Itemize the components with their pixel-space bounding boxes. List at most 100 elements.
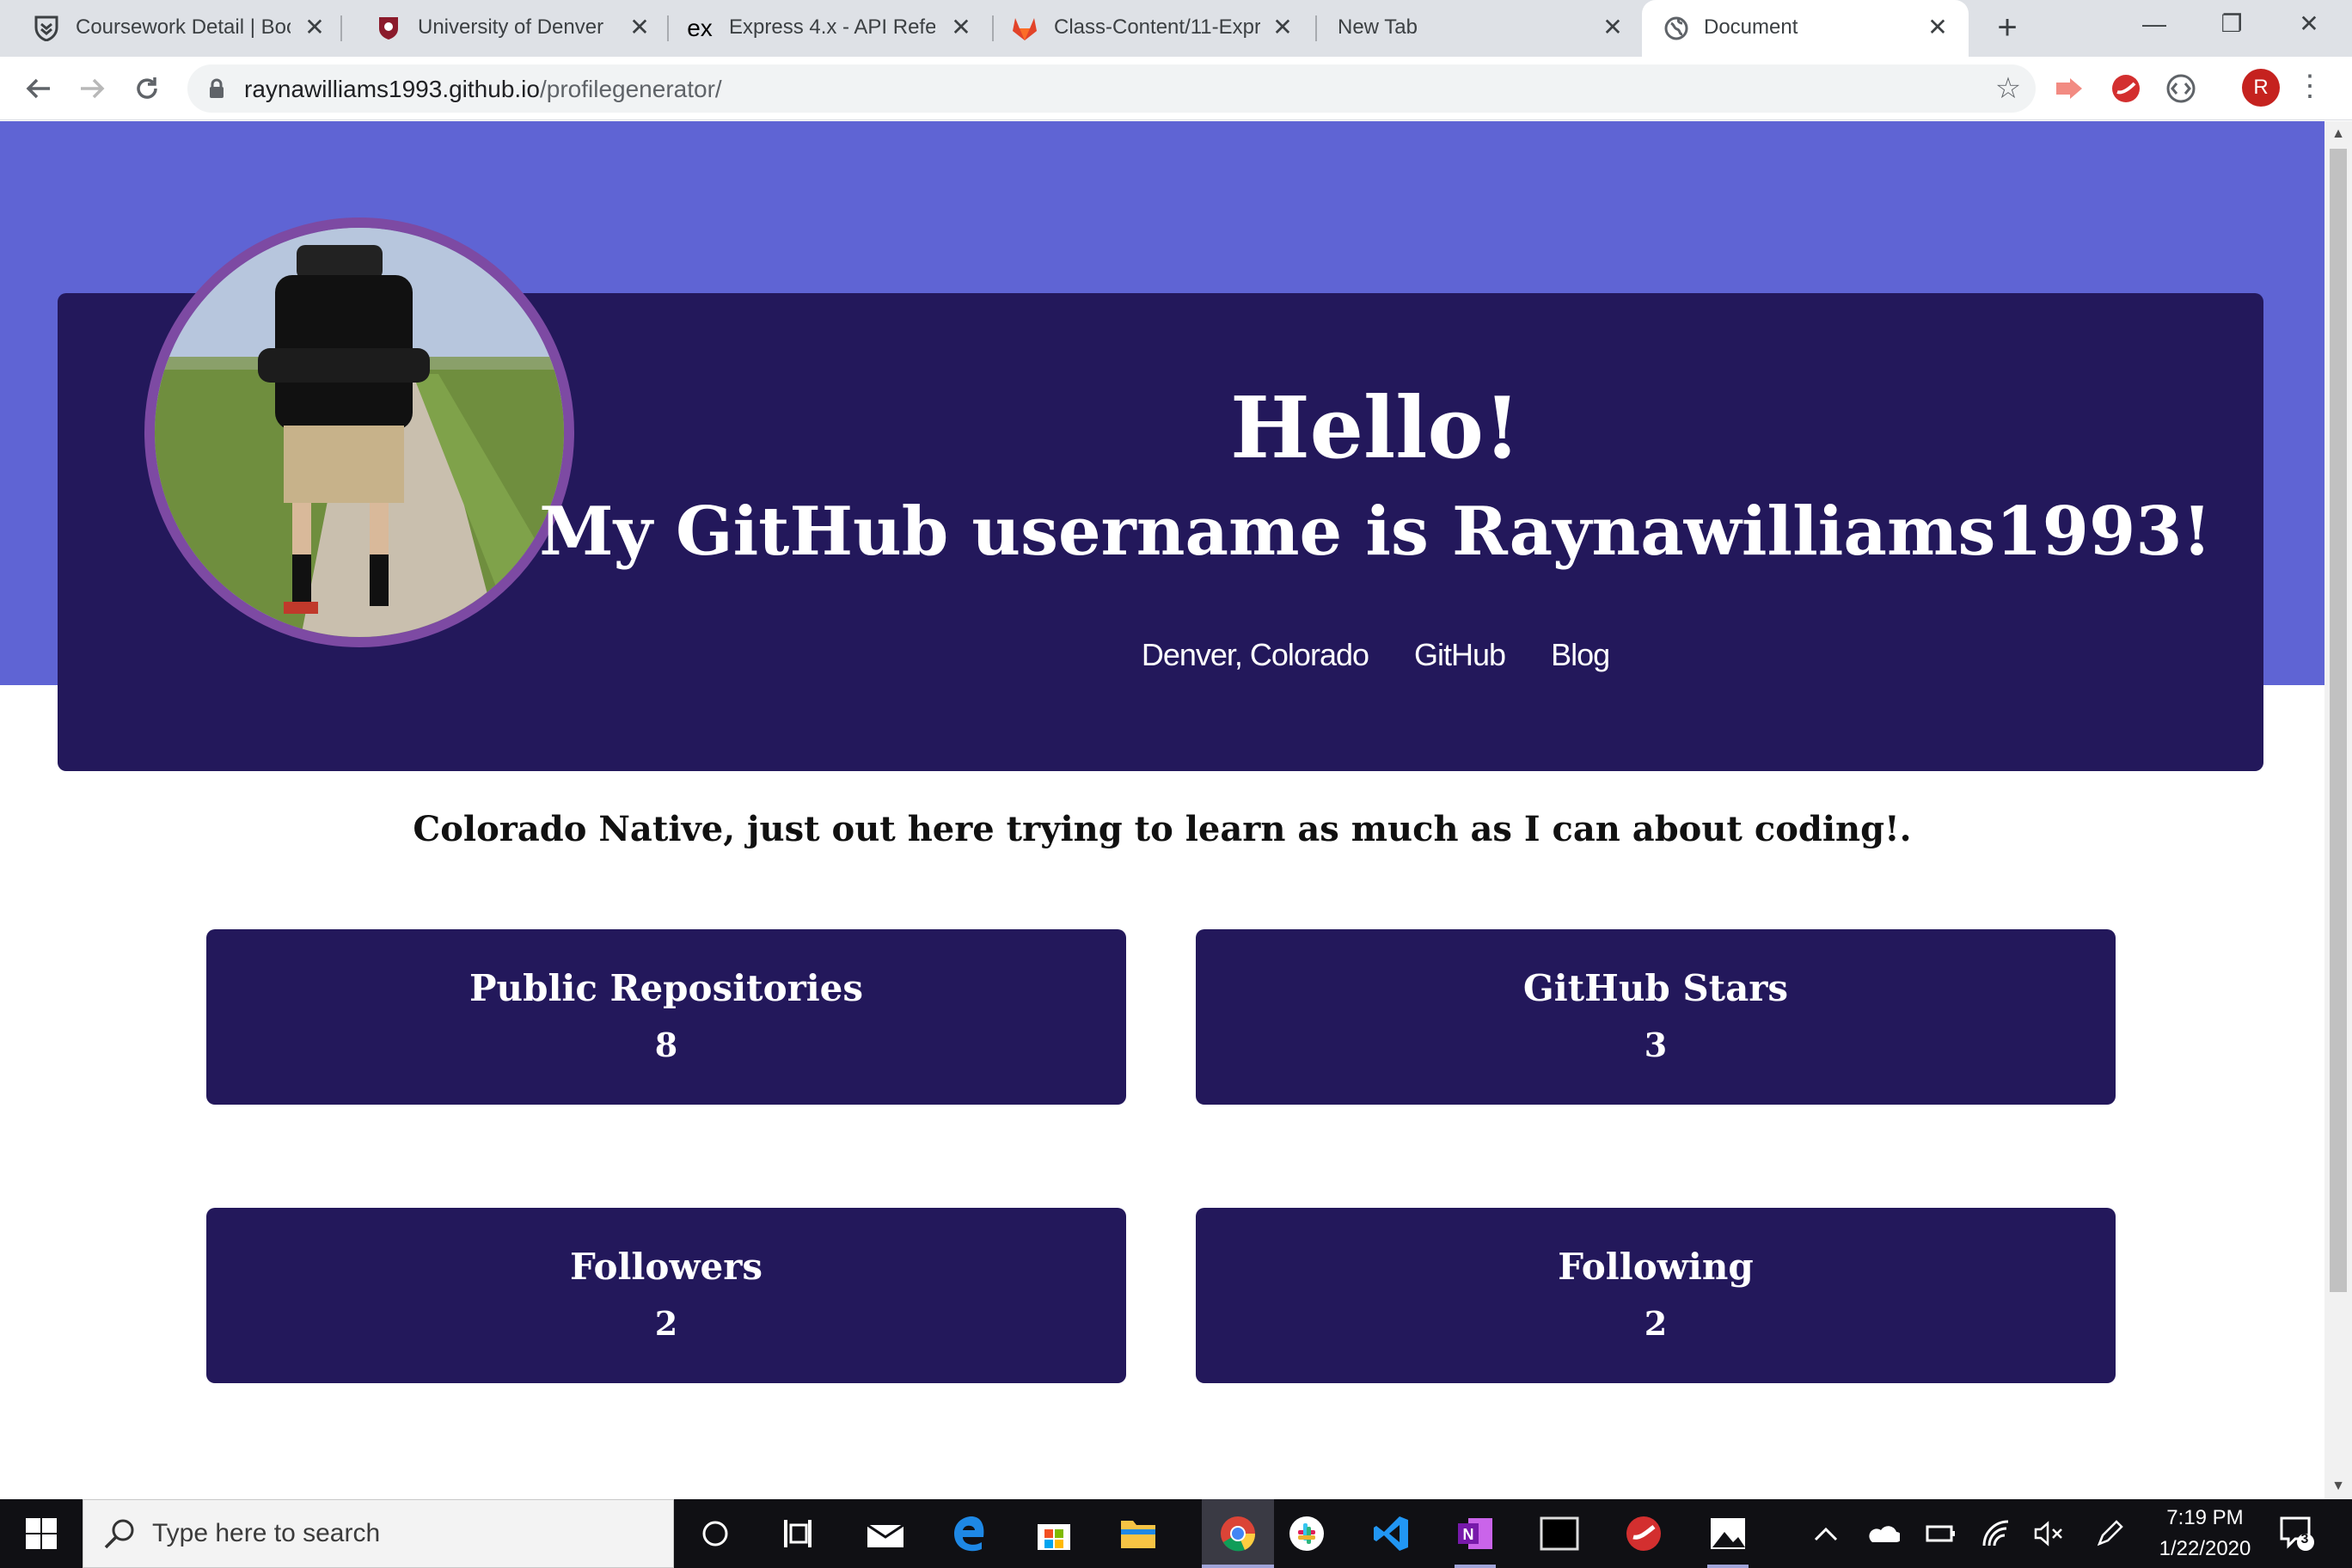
new-tab-button[interactable]: + [1988,9,2027,48]
photos-icon[interactable] [1707,1513,1749,1554]
running-app-indicator [1707,1565,1749,1568]
file-explorer-icon[interactable] [1118,1513,1159,1554]
tab-title: Class-Content/11-Expre [1054,15,1260,39]
action-center-icon[interactable]: 3 [2276,1513,2318,1554]
forward-button[interactable] [70,67,113,110]
close-tab-icon[interactable]: ✕ [1597,12,1628,43]
scroll-up-icon[interactable]: ▲ [2324,121,2352,147]
du-crest-icon [375,15,402,42]
profile-links: Denver, Colorado GitHub Blog [516,637,2235,673]
stat-value: 2 [1644,1304,1668,1343]
tab-title: Express 4.x - API Refere [729,15,935,39]
tab-express-api[interactable]: ex Express 4.x - API Refere ✕ [669,0,994,57]
page-title: Hello! [1230,379,1521,478]
search-icon [102,1517,137,1556]
url-path: /profilegenerator/ [539,76,722,102]
lock-icon [208,78,225,103]
pen-icon[interactable] [2089,1513,2130,1554]
github-link[interactable]: GitHub [1414,637,1506,672]
reload-button[interactable] [126,67,168,110]
page-scrollbar[interactable]: ▲ ▼ [2324,121,2352,1499]
profile-avatar[interactable]: R [2242,69,2280,107]
location-link[interactable]: Denver, Colorado [1142,637,1369,672]
chrome-icon[interactable] [1202,1499,1274,1568]
globe-icon [1663,15,1690,42]
extension-code-icon[interactable] [2163,70,2199,107]
store-icon[interactable] [1033,1513,1075,1554]
tab-strip: Coursework Detail | Boo ✕ University of … [0,0,2352,57]
stat-value: 3 [1644,1026,1668,1064]
wifi-icon[interactable] [1975,1513,2017,1554]
notification-count: 3 [2300,1532,2309,1547]
scroll-down-icon[interactable]: ▼ [2324,1473,2352,1499]
page-viewport: Hello! My GitHub username is Raynawillia… [0,121,2324,1499]
edge-browser-icon[interactable] [949,1513,990,1554]
close-tab-icon[interactable]: ✕ [624,12,655,43]
tab-university-of-denver[interactable]: University of Denver ✕ [342,0,669,57]
page-subtitle: My GitHub username is Raynawilliams1993! [539,493,2212,571]
stat-card-followers: Followers 2 [206,1208,1126,1383]
svg-text:N: N [1463,1526,1474,1543]
address-bar[interactable]: raynawilliams1993.github.io/profilegener… [187,64,2036,113]
back-button[interactable] [17,67,60,110]
stat-card-github-stars: GitHub Stars 3 [1196,929,2116,1105]
bootcamp-shield-icon [33,15,60,42]
close-tab-icon[interactable]: ✕ [1922,12,1953,43]
blog-link[interactable]: Blog [1551,637,1610,672]
windows-taskbar: Type here to search N 7:19 PM 1/22/2020 … [0,1499,2352,1568]
windows-start-icon[interactable] [24,1516,58,1551]
tab-title: University of Denver [418,15,604,39]
tab-title: Document [1704,15,1798,39]
express-ex-icon: ex [687,15,713,41]
onenote-icon[interactable]: N [1455,1513,1496,1554]
close-tab-icon[interactable]: ✕ [946,12,977,43]
close-window-button[interactable]: ✕ [2283,7,2335,41]
search-placeholder: Type here to search [152,1519,381,1547]
url-text: raynawilliams1993.github.io/profilegener… [244,76,722,103]
close-tab-icon[interactable]: ✕ [1267,12,1298,43]
onedrive-icon[interactable] [1862,1513,1903,1554]
stat-card-public-repositories: Public Repositories 8 [206,929,1126,1105]
chrome-menu-icon[interactable]: ⋮ [2295,69,2324,107]
profile-photo [144,217,574,647]
tab-new-tab[interactable]: New Tab ✕ [1317,0,1635,57]
taskbar-search-box[interactable]: Type here to search [83,1499,674,1568]
url-host: raynawilliams1993.github.io [244,76,540,102]
cortana-icon[interactable] [695,1513,736,1554]
minimize-button[interactable]: — [2128,7,2180,41]
terminal-icon[interactable] [1539,1513,1580,1554]
slack-icon[interactable] [1286,1513,1327,1554]
clock-time[interactable]: 7:19 PM [2149,1506,2261,1530]
tab-title: New Tab [1338,15,1418,39]
stat-card-following: Following 2 [1196,1208,2116,1383]
tab-coursework[interactable]: Coursework Detail | Boo ✕ [0,0,335,57]
running-app-indicator [1455,1565,1496,1568]
restore-button[interactable]: ❐ [2206,7,2257,41]
stat-label: GitHub Stars [1522,967,1789,1009]
bookmark-star-icon[interactable]: ☆ [1993,73,2024,104]
tab-title: Coursework Detail | Boo [76,15,291,39]
volume-muted-icon[interactable] [2029,1513,2070,1554]
mail-icon[interactable] [865,1513,906,1554]
clock-date[interactable]: 1/22/2020 [2149,1537,2261,1561]
tab-class-content[interactable]: Class-Content/11-Expre ✕ [994,0,1315,57]
scroll-thumb[interactable] [2330,149,2347,1292]
active-app-indicator [1202,1565,1274,1568]
gitlab-fox-icon [1011,15,1038,42]
stat-value: 2 [654,1304,678,1343]
task-view-icon[interactable] [777,1513,818,1554]
stat-value: 8 [654,1026,678,1064]
stat-label: Following [1558,1246,1754,1288]
stat-label: Public Repositories [469,967,864,1009]
bio-text: Colorado Native, just out here trying to… [413,809,1912,849]
battery-icon[interactable] [1919,1513,1960,1554]
close-tab-icon[interactable]: ✕ [299,12,330,43]
browser-toolbar: raynawilliams1993.github.io/profilegener… [0,57,2352,120]
extension-arrow-icon[interactable] [2051,70,2087,107]
vscode-icon[interactable] [1370,1513,1412,1554]
extension-lastpass-icon[interactable] [2108,70,2144,107]
antivirus-icon[interactable] [1623,1513,1664,1554]
stat-label: Followers [569,1246,763,1288]
tab-document[interactable]: Document ✕ [1642,0,1969,57]
chevron-up-icon[interactable] [1805,1513,1847,1554]
